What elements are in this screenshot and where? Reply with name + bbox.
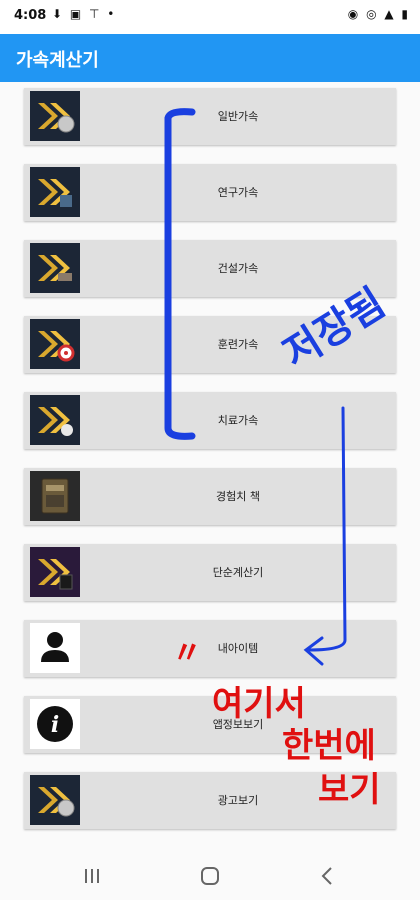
menu-item-xp-book[interactable]: 경험치 책 (24, 468, 396, 525)
system-status-icons: ◉ ◎ ▲ ▮ (347, 7, 410, 21)
menu-item-label: 연구가속 (217, 186, 259, 199)
annotation-at-once: 한번에 (282, 726, 376, 766)
menu-item-label: 일반가속 (217, 110, 259, 123)
status-bar: 4:08 ⬇ ▣ ⊤ • ◉ ◎ ▲ ▮ (0, 0, 420, 34)
home-icon[interactable] (190, 862, 230, 890)
gold-speedup-icon (30, 91, 80, 141)
ad-speedup-icon (30, 775, 80, 825)
research-speedup-icon (30, 167, 80, 217)
app-bar: 가속계산기 (0, 34, 420, 82)
xp-book-icon (30, 471, 80, 521)
menu-item-my-items[interactable]: 내아이템 (24, 620, 396, 677)
construction-speedup-icon (30, 243, 80, 293)
person-icon (30, 623, 80, 673)
menu-item-label: 경험치 책 (216, 490, 260, 503)
annotation-view: 보기 (318, 770, 381, 810)
info-icon: i (30, 699, 80, 749)
app-title: 가속계산기 (16, 50, 99, 71)
healing-speedup-icon (30, 395, 80, 445)
back-icon[interactable] (308, 862, 348, 890)
status-time: 4:08 (14, 8, 47, 23)
menu-item-label: 치료가속 (217, 414, 259, 427)
menu-item-research-speedup[interactable]: 연구가속 (24, 164, 396, 221)
training-speedup-icon (30, 319, 80, 369)
svg-text:i: i (51, 712, 59, 738)
recent-apps-icon[interactable] (72, 862, 112, 890)
system-nav-bar (0, 852, 420, 900)
menu-item-label: 내아이템 (217, 642, 259, 655)
menu-item-label: 단순계산기 (212, 566, 264, 579)
menu-item-simple-calculator[interactable]: 단순계산기 (24, 544, 396, 601)
notification-icons: ⬇ ▣ ⊤ • (52, 7, 117, 21)
calculator-speedup-icon (30, 547, 80, 597)
annotation-marks: 〃 (172, 636, 202, 671)
menu-item-healing-speedup[interactable]: 치료가속 (24, 392, 396, 449)
menu-item-general-speedup[interactable]: 일반가속 (24, 88, 396, 145)
